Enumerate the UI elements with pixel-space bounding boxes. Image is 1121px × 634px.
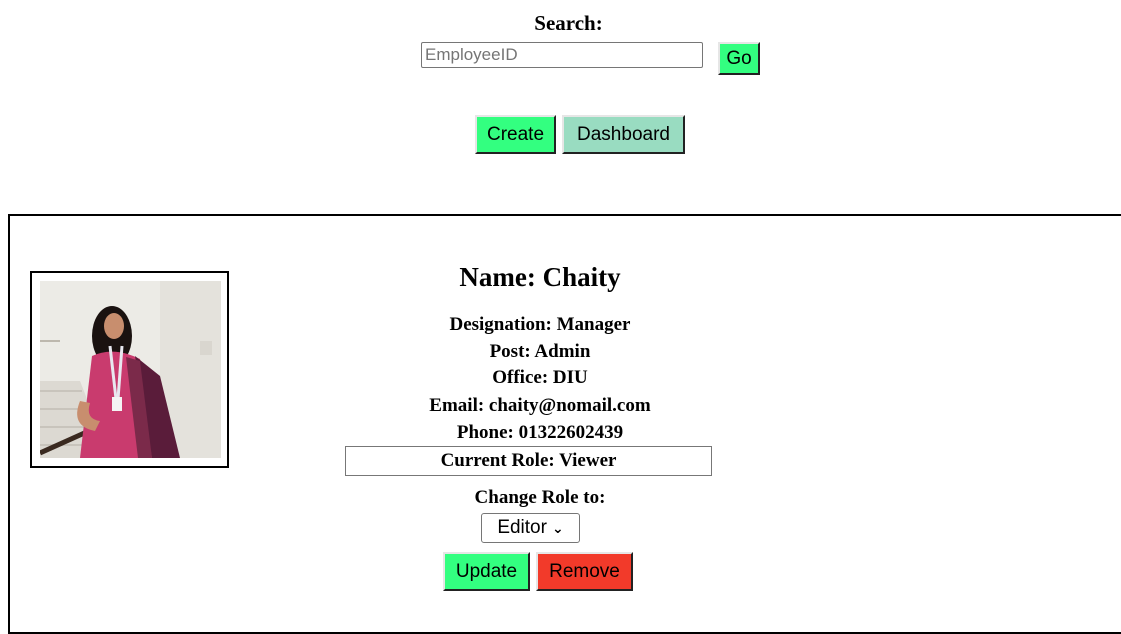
dashboard-button[interactable]: Dashboard: [562, 115, 685, 154]
employee-photo: [40, 281, 221, 458]
current-role-box: Current Role: Viewer: [345, 446, 712, 476]
change-role-label: Change Role to:: [474, 487, 606, 508]
remove-button[interactable]: Remove: [536, 552, 633, 591]
role-select[interactable]: Editor ⌄: [481, 513, 580, 543]
employee-photo-frame: [30, 271, 229, 468]
update-button[interactable]: Update: [443, 552, 530, 591]
create-button[interactable]: Create: [475, 115, 556, 154]
employee-email: Email: chaity@nomail.com: [429, 395, 651, 416]
employee-post: Post: Admin: [489, 341, 591, 362]
go-button[interactable]: Go: [718, 42, 760, 75]
employee-phone: Phone: 01322602439: [456, 422, 624, 443]
search-title: Search:: [534, 11, 603, 35]
employee-name: Name: Chaity: [459, 262, 621, 292]
employee-office: Office: DIU: [492, 367, 588, 388]
employee-id-input[interactable]: [421, 42, 703, 68]
chevron-down-icon: ⌄: [551, 519, 564, 536]
employee-designation: Designation: Manager: [449, 314, 631, 335]
role-select-value: Editor: [497, 517, 547, 538]
